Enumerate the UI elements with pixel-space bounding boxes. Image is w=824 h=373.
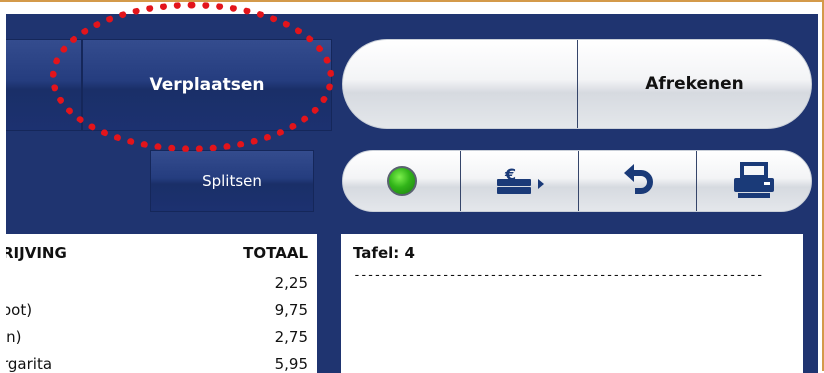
toolbar-button-group: € [342, 150, 812, 212]
checkout-button[interactable]: Afrekenen [578, 40, 811, 128]
row-total: 2,75 [274, 328, 308, 346]
row-description: oot) [6, 301, 33, 319]
status-button[interactable] [343, 151, 461, 211]
pos-screen: Verplaatsen Splitsen Afrekenen € RIJVING… [0, 0, 824, 373]
row-description: rgarita [6, 355, 53, 373]
checkout-button-group: Afrekenen [342, 39, 812, 129]
status-online-icon [386, 166, 417, 196]
pos-panel: Verplaatsen Splitsen Afrekenen € RIJVING… [6, 14, 818, 373]
printer-icon [734, 162, 774, 198]
receipt-preview: Tafel: 4 -------------------------------… [341, 234, 803, 373]
table-row[interactable]: in) 2,75 [6, 328, 308, 352]
cash-drawer-button[interactable]: € [461, 151, 579, 211]
undo-icon [623, 164, 653, 194]
print-button[interactable] [697, 151, 811, 211]
receipt-divider: ----------------------------------------… [353, 268, 764, 283]
cash-drawer-icon: € [496, 165, 544, 194]
split-button[interactable]: Splitsen [150, 150, 314, 212]
row-description: in) [6, 328, 22, 346]
row-total: 9,75 [274, 301, 308, 319]
table-header: RIJVING TOTAAL [6, 244, 308, 268]
row-total: 2,25 [274, 274, 308, 292]
column-header-description: RIJVING [6, 244, 67, 262]
table-row[interactable]: oot) 9,75 [6, 301, 308, 325]
row-total: 5,95 [274, 355, 308, 373]
column-header-total: TOTAAL [243, 244, 308, 262]
receipt-table-label: Tafel: 4 [353, 244, 415, 262]
blank-action-button[interactable] [343, 40, 578, 128]
table-row[interactable]: 2,25 [6, 274, 308, 298]
order-table: RIJVING TOTAAL 2,25 oot) 9,75 in) 2,75 r… [6, 234, 317, 373]
previous-action-button[interactable] [6, 39, 82, 131]
move-button[interactable]: Verplaatsen [82, 39, 332, 131]
table-row[interactable]: rgarita 5,95 [6, 355, 308, 373]
undo-button[interactable] [579, 151, 697, 211]
